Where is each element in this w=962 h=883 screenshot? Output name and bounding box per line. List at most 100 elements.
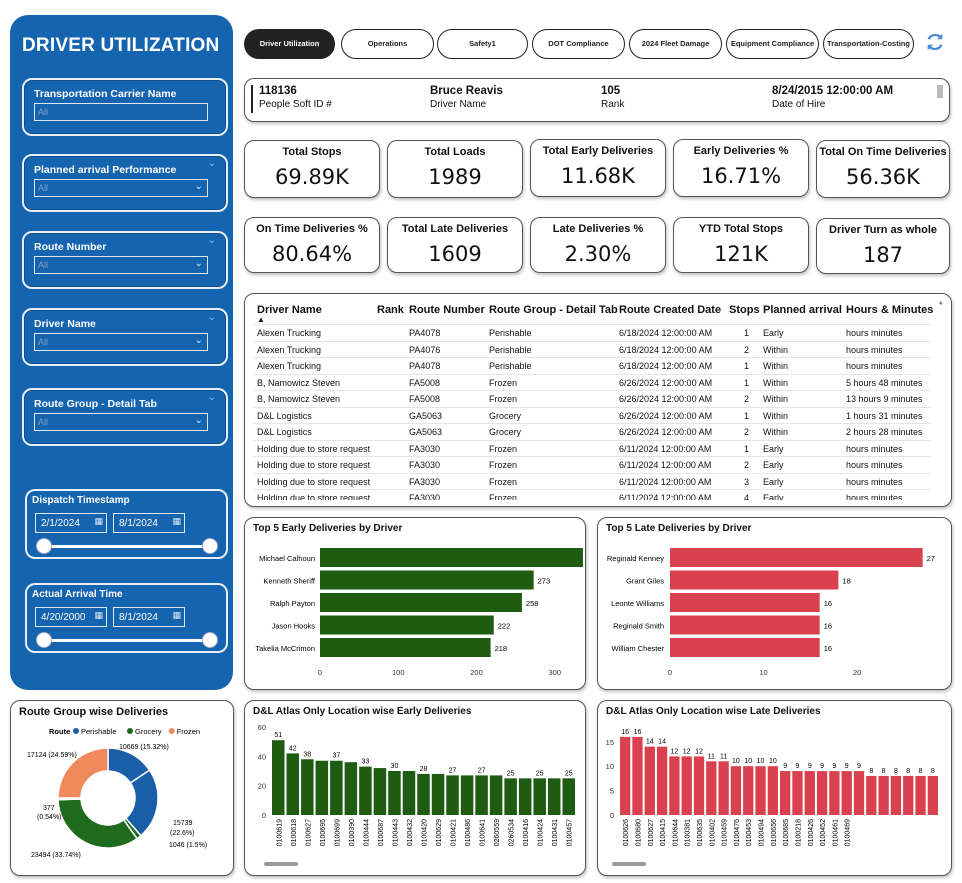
bar[interactable] (620, 736, 631, 815)
slicer-carrier-name[interactable]: Transportation Carrier Name All (22, 78, 228, 136)
range-start-handle[interactable] (36, 538, 52, 554)
bar[interactable] (755, 766, 766, 815)
bar[interactable] (853, 771, 865, 815)
column-header[interactable]: Hours & Minutes (846, 304, 933, 316)
bar[interactable] (767, 766, 778, 815)
column-header[interactable]: Planned arrival (763, 304, 842, 316)
slicer-actual-arrival[interactable]: Actual Arrival Time 4/20/2000 ▦ 8/1/2024 ▦ (25, 583, 228, 653)
bar[interactable] (475, 775, 488, 815)
slicer-driver-name[interactable]: Driver Name ⌄ All ⌄ (22, 308, 228, 366)
bar[interactable] (681, 756, 692, 815)
slicer-route-number[interactable]: Route Number ⌄ All ⌄ (22, 231, 228, 289)
scrollbar[interactable]: ● (939, 300, 943, 307)
bar[interactable] (320, 593, 522, 612)
chevron-down-icon[interactable]: ⌄ (208, 392, 216, 403)
bar[interactable] (388, 771, 401, 815)
tab-dot-compliance[interactable]: DOT Compliance (532, 29, 625, 59)
scrollbar[interactable] (264, 862, 298, 866)
tab-fleet-damage[interactable]: 2024 Fleet Damage (629, 29, 722, 59)
bar[interactable] (878, 775, 889, 815)
legend-entry[interactable]: Grocery (135, 727, 162, 736)
table-row[interactable]: Alexen Trucking PA4078 Perishable 6/18/2024… (253, 324, 931, 341)
scrollbar[interactable] (612, 862, 646, 866)
bar[interactable] (804, 771, 815, 815)
bar[interactable] (330, 760, 343, 815)
bar[interactable] (915, 775, 926, 815)
column-header[interactable]: Route Group - Detail Tab (489, 304, 618, 316)
range-end-handle[interactable] (202, 538, 218, 554)
bar[interactable] (693, 756, 705, 815)
bar[interactable] (562, 778, 575, 815)
bar[interactable] (286, 753, 300, 815)
sort-ascending-icon[interactable]: ▲ (257, 315, 265, 324)
chevron-down-icon[interactable]: ⌄ (208, 158, 216, 169)
scrollbar[interactable] (937, 85, 943, 98)
bar[interactable] (670, 548, 923, 567)
bar[interactable] (743, 766, 754, 815)
bar[interactable] (632, 736, 643, 815)
slicer-dispatch-timestamp[interactable]: Dispatch Timestamp 2/1/2024 ▦ 8/1/2024 ▦ (25, 489, 228, 559)
bar[interactable] (373, 768, 387, 815)
date-from-input[interactable]: 2/1/2024 ▦ (35, 513, 107, 533)
bar[interactable] (706, 761, 717, 815)
bar[interactable] (816, 771, 828, 815)
bar[interactable] (670, 638, 820, 657)
bar[interactable] (417, 773, 430, 815)
bar[interactable] (927, 775, 938, 815)
slicer-route-group[interactable]: Route Group - Detail Tab ⌄ All ⌄ (22, 388, 228, 446)
table-row[interactable]: Holding due to store request FA3030 Frozen… (253, 439, 931, 457)
bar[interactable] (670, 593, 820, 612)
table-row[interactable]: D&L Logistics GA5063 Grocery 6/26/2024 12:0… (253, 423, 931, 440)
date-to-input[interactable]: 8/1/2024 ▦ (113, 607, 185, 627)
tab-operations[interactable]: Operations (341, 29, 434, 59)
bar[interactable] (656, 746, 668, 815)
calendar-icon[interactable]: ▦ (94, 610, 103, 621)
slicer-planned-arrival[interactable]: Planned arrival Performance ⌄ All ⌄ (22, 154, 228, 212)
slicer-dropdown[interactable]: All ⌄ (34, 179, 208, 197)
bar[interactable] (320, 570, 534, 590)
bar[interactable] (320, 548, 583, 567)
bar[interactable] (890, 775, 902, 815)
bar[interactable] (489, 775, 503, 815)
tab-equipment-compliance[interactable]: Equipment Compliance (726, 29, 819, 59)
bar[interactable] (670, 570, 839, 590)
bar[interactable] (431, 773, 445, 815)
bar[interactable] (344, 762, 358, 815)
bar[interactable] (533, 778, 546, 815)
bar[interactable] (644, 746, 655, 815)
bar[interactable] (903, 775, 914, 815)
bar[interactable] (320, 615, 494, 635)
bar[interactable] (718, 761, 729, 815)
table-row[interactable]: Holding due to store request FA3030 Frozen… (253, 456, 931, 473)
bar[interactable] (460, 775, 474, 815)
bar[interactable] (841, 771, 852, 815)
bar[interactable] (315, 760, 329, 815)
date-to-input[interactable]: 8/1/2024 ▦ (113, 513, 185, 533)
chevron-down-icon[interactable]: ⌄ (208, 312, 216, 323)
refresh-icon[interactable] (924, 31, 946, 53)
calendar-icon[interactable]: ▦ (172, 516, 181, 527)
table-row[interactable]: Holding due to store request FA3030 Frozen… (253, 489, 931, 500)
chevron-down-icon[interactable]: ⌄ (208, 235, 216, 246)
bar[interactable] (670, 615, 820, 635)
table-row[interactable]: B, Namowicz Steven FA5008 Frozen 6/26/2024 … (253, 390, 931, 407)
slicer-dropdown[interactable]: All ⌄ (34, 333, 208, 351)
column-header[interactable]: Route Number (409, 304, 485, 316)
table-row[interactable]: B, Namowicz Steven FA5008 Frozen 6/26/2024 … (253, 373, 931, 391)
date-from-input[interactable]: 4/20/2000 ▦ (35, 607, 107, 627)
bar[interactable] (547, 778, 561, 815)
bar[interactable] (829, 771, 840, 815)
bar[interactable] (272, 740, 285, 815)
tab-transportation-costing[interactable]: Transportation-Costing (823, 29, 914, 59)
bar[interactable] (792, 771, 803, 815)
bar[interactable] (359, 766, 372, 815)
table-row[interactable]: Alexen Trucking PA4076 Perishable 6/18/2024… (253, 340, 931, 358)
range-end-handle[interactable] (202, 632, 218, 648)
column-header[interactable]: Route Created Date (619, 304, 721, 316)
bar[interactable] (320, 638, 491, 657)
legend-entry[interactable]: Perishable (81, 727, 116, 736)
donut-slice[interactable] (57, 798, 139, 849)
calendar-icon[interactable]: ▦ (94, 516, 103, 527)
slicer-dropdown[interactable]: All ⌄ (34, 256, 208, 274)
slicer-dropdown[interactable]: All ⌄ (34, 413, 208, 431)
